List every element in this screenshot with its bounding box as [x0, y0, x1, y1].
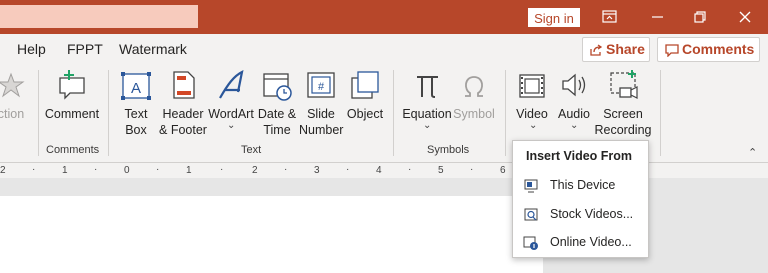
close-icon[interactable] [735, 8, 755, 26]
separator [505, 70, 506, 156]
stock-video-icon [524, 208, 538, 221]
online-video-icon [523, 236, 538, 250]
minimize-icon[interactable] [648, 8, 668, 26]
ribbon-display-options-icon[interactable] [600, 8, 620, 26]
calendar-clock-icon [263, 73, 292, 101]
ruler-tick: 4 [376, 165, 382, 176]
collapse-ribbon-icon[interactable]: ⌃ [748, 146, 757, 159]
separator [393, 70, 394, 156]
date-time-button[interactable]: Date & Time [256, 68, 298, 138]
device-video-icon [524, 179, 538, 193]
comment-icon [665, 44, 679, 57]
slide-workspace [0, 178, 768, 273]
share-label: Share [606, 41, 645, 57]
header-footer-icon [173, 71, 195, 99]
tab-help[interactable]: Help [17, 41, 46, 57]
slide-number-button[interactable]: # Slide Number [299, 68, 343, 138]
video-button[interactable]: Video [513, 68, 551, 122]
audio-button[interactable]: Audio [553, 68, 595, 122]
title-bar: Sign in [0, 0, 768, 34]
tab-fppt[interactable]: FPPT [67, 41, 103, 57]
group-label-symbols: Symbols [427, 144, 470, 156]
action-button[interactable]: ction [0, 68, 30, 122]
menu-item-stock-videos[interactable]: Stock Videos... [513, 201, 648, 229]
svg-text:A: A [131, 80, 141, 97]
slide-canvas[interactable] [0, 196, 543, 273]
new-comment-icon [59, 70, 85, 100]
menu-title: Insert Video From [526, 149, 633, 163]
omega-icon [465, 76, 483, 97]
share-button[interactable]: Share [582, 37, 650, 62]
horizontal-ruler: 2 1 0 1 2 3 4 5 6 · · · · · · · · [0, 162, 768, 178]
sign-in-button[interactable]: Sign in [528, 8, 580, 27]
ribbon-tabs: Help FPPT Watermark Share Comments [0, 34, 768, 64]
slide-number-icon: # [307, 72, 335, 98]
speaker-icon [562, 73, 586, 97]
menu-item-this-device[interactable]: This Device [513, 172, 648, 200]
chevron-down-icon: ⌄ [529, 120, 538, 131]
object-button[interactable]: Object [345, 68, 385, 122]
svg-text:#: # [318, 81, 325, 93]
insert-video-menu: Insert Video From This Device Stock Vide… [512, 140, 649, 258]
comments-button[interactable]: Comments [657, 37, 760, 62]
menu-item-online-video[interactable]: Online Video... [513, 229, 648, 257]
chevron-down-icon: ⌄ [570, 120, 579, 131]
title-search-box[interactable] [0, 5, 198, 28]
new-comment-button[interactable]: Comment [44, 68, 100, 122]
ruler-tick: 2 [0, 165, 6, 176]
screen-recording-button[interactable]: Screen Recording [594, 68, 652, 138]
restore-icon[interactable] [690, 8, 710, 26]
group-label-text: Text [241, 144, 262, 156]
header-footer-button[interactable]: Header & Footer [157, 68, 209, 138]
separator [38, 70, 39, 156]
ruler-tick: 1 [186, 165, 192, 176]
symbol-button[interactable]: Symbol [453, 68, 495, 122]
wordart-icon [219, 70, 244, 99]
text-box-icon: A [121, 72, 151, 100]
ruler-tick: 1 [62, 165, 68, 176]
object-icon [351, 71, 379, 99]
wordart-button[interactable]: WordArt [207, 68, 255, 122]
equation-button[interactable]: Equation [401, 68, 453, 122]
ribbon-insert: ction Comment Comments A Text Box Header… [0, 64, 768, 160]
film-strip-icon [519, 74, 545, 98]
pi-icon [417, 76, 438, 98]
separator [108, 70, 109, 156]
star-icon [0, 72, 25, 98]
ruler-tick: 5 [438, 165, 444, 176]
screen-recording-icon [610, 70, 638, 99]
chevron-down-icon: ⌄ [423, 120, 432, 131]
ruler-tick: 6 [500, 165, 506, 176]
ruler-tick: 0 [124, 165, 130, 176]
group-label-comments: Comments [46, 144, 100, 156]
chevron-down-icon: ⌄ [227, 120, 236, 131]
ruler-tick: 3 [314, 165, 320, 176]
text-box-button[interactable]: A Text Box [118, 68, 154, 138]
tab-watermark[interactable]: Watermark [119, 41, 187, 57]
comments-label: Comments [682, 41, 755, 57]
separator [660, 70, 661, 156]
share-icon [590, 44, 603, 56]
ruler-tick: 2 [252, 165, 258, 176]
